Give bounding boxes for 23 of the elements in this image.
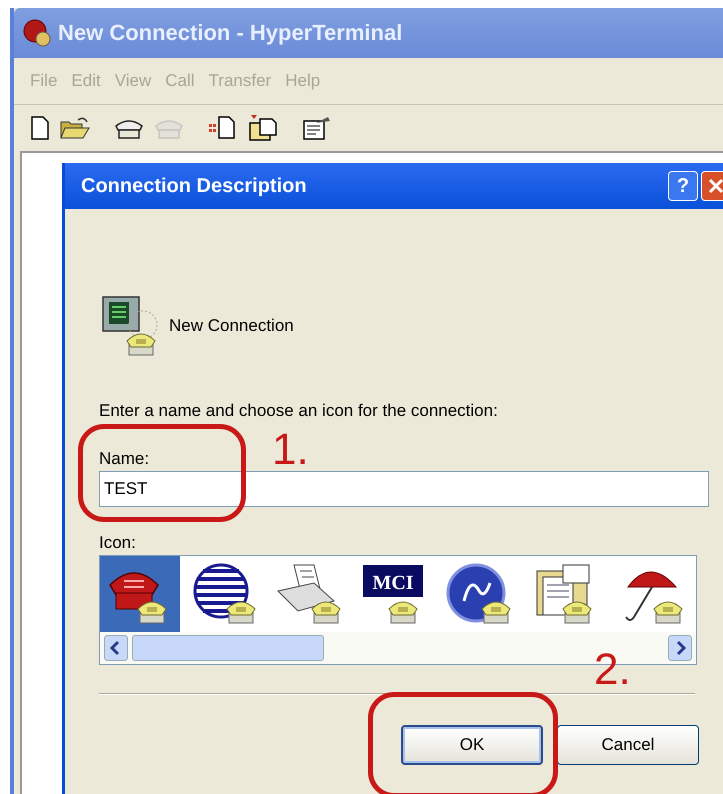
dialog-button[interactable]: Cancel	[557, 725, 699, 765]
icon-option[interactable]	[100, 556, 180, 632]
name-label: Name:	[99, 449, 150, 469]
name-field[interactable]: TEST	[99, 471, 709, 507]
properties-icon	[302, 115, 332, 141]
icon-label: Icon:	[99, 533, 137, 553]
close-icon	[707, 177, 723, 195]
dialog-title: Connection Description	[81, 174, 307, 198]
open-folder-icon	[60, 116, 90, 140]
folder-page-icon	[248, 115, 278, 141]
scroll-right-icon[interactable]	[668, 635, 692, 661]
scroll-thumb[interactable]	[132, 635, 324, 661]
instruction-text: Enter a name and choose an icon for the connection:	[99, 401, 499, 421]
annotation-number: 1.	[272, 428, 309, 472]
dotted-page-icon	[208, 116, 238, 140]
blank-page-icon	[30, 116, 50, 140]
scroll-left-icon[interactable]	[104, 635, 128, 661]
window-title: New Connection - HyperTerminal	[58, 20, 402, 46]
dialog-button[interactable]: OK	[401, 725, 543, 765]
connection-heading: New Connection	[169, 316, 294, 336]
annotation-number: 2.	[594, 648, 631, 692]
help-button[interactable]: ?	[668, 171, 698, 201]
close-button[interactable]	[701, 171, 723, 201]
